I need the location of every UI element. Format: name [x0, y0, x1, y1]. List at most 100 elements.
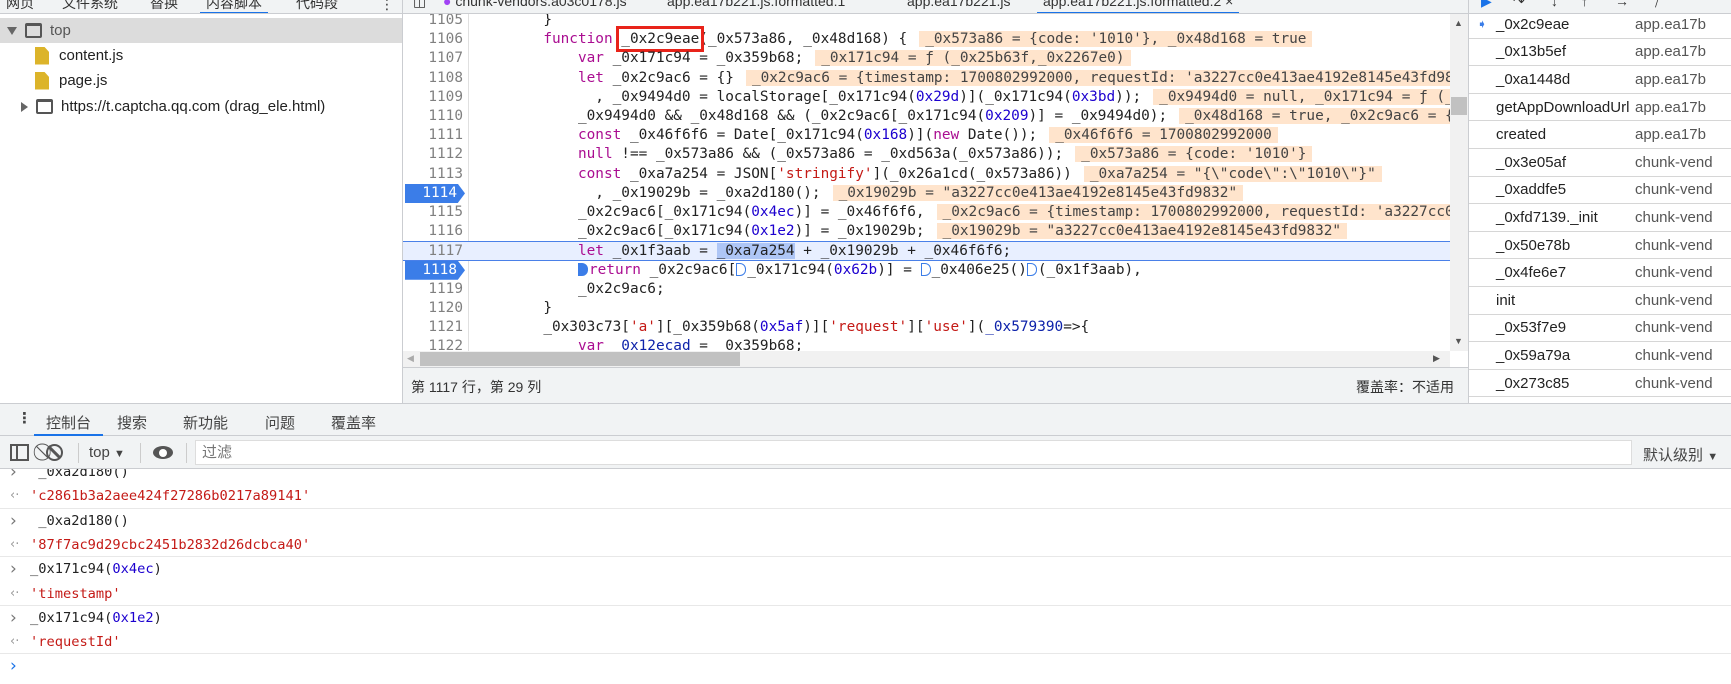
console-prompt[interactable]: ›	[0, 654, 1731, 678]
line-number[interactable]: 1109	[403, 88, 463, 107]
breakpoint-line-number[interactable]: 1118	[405, 260, 465, 280]
call-frame[interactable]: created app.ea17b	[1469, 121, 1731, 149]
editor-tab-active[interactable]: app.ea17b221.js:formatted:2 ×	[1036, 0, 1240, 13]
close-tab-icon[interactable]: ×	[1225, 0, 1233, 9]
code-line[interactable]: 1109 , _0x9494d0 = localStorage[_0x171c9…	[403, 88, 1450, 107]
console-output[interactable]: › _0xa2d180() ‹· 'c2861b3a2aee424f27286b02…	[0, 469, 1731, 684]
inline-breakpoint-marker-icon[interactable]	[920, 262, 931, 276]
step-over-icon[interactable]: ↷	[1513, 0, 1525, 10]
code-line[interactable]: 1114 , _0x19029b = _0xa2d180(); _0x19029b…	[403, 183, 1450, 203]
tab-whats-new[interactable]: 新功能	[183, 412, 228, 433]
code-line[interactable]: 1112 null !== _0x573a86 && (_0x573a86 = …	[403, 145, 1450, 164]
tab-snippets[interactable]: 代码段	[296, 0, 338, 13]
tab-overrides[interactable]: 替换	[150, 0, 178, 13]
line-number[interactable]: 1122	[403, 337, 463, 351]
code-line[interactable]: 1105 }	[403, 14, 1450, 30]
code-line[interactable]: 1121 _0x303c73['a'][_0x359b68(0x5af)]['r…	[403, 318, 1450, 337]
tab-page[interactable]: 网页	[6, 0, 34, 13]
call-frame[interactable]: getAppDownloadUrl app.ea17b	[1469, 94, 1731, 122]
code-line[interactable]: 1106 function _0x2c9eae(_0x573a86, _0x48…	[403, 26, 1450, 53]
call-frame[interactable]: init chunk-vend	[1469, 287, 1731, 315]
code-line[interactable]: 1122 var _0x12ecad = _0x359b68;	[403, 337, 1450, 351]
tab-filesystem[interactable]: 文件系统	[62, 0, 118, 13]
call-frame[interactable]: _0x4fe6e7 chunk-vend	[1469, 259, 1731, 287]
tree-item-top[interactable]: top	[0, 18, 402, 43]
call-frame[interactable]: _0x13b5ef app.ea17b	[1469, 39, 1731, 67]
code-line[interactable]: 1108 let _0x2c9ac6 = {} _0x2c9ac6 = {time…	[403, 69, 1450, 88]
code-line[interactable]: 1119 _0x2c9ac6;	[403, 280, 1450, 299]
toggle-navigator-icon[interactable]: ◫	[413, 0, 426, 10]
call-frame[interactable]: _0xfd7139._init chunk-vend	[1469, 204, 1731, 232]
more-tabs-icon[interactable]: ⋮	[380, 0, 394, 13]
clear-console-icon[interactable]	[46, 444, 63, 461]
line-number[interactable]: 1117	[403, 242, 463, 261]
line-number[interactable]: 1112	[403, 145, 463, 164]
line-number[interactable]: 1106	[403, 30, 463, 49]
call-frame[interactable]: _0x53f7e9 chunk-vend	[1469, 315, 1731, 343]
code-line[interactable]: 1113 const _0xa7a254 = JSON['stringify']…	[403, 165, 1450, 184]
call-frame[interactable]: _0x3e05af chunk-vend	[1469, 149, 1731, 177]
line-number[interactable]: 1115	[403, 203, 463, 222]
context-selector[interactable]: top ▼	[89, 444, 125, 461]
inline-breakpoint-marker-icon[interactable]	[736, 262, 747, 276]
line-number[interactable]: 1113	[403, 165, 463, 184]
line-number[interactable]: 1119	[403, 280, 463, 299]
code-line[interactable]: 1110 _0x9494d0 && _0x48d168 && (_0x2c9ac…	[403, 107, 1450, 126]
code-area[interactable]: 1105 } 1106 function _0x2c9eae(_0x573a86,…	[403, 14, 1450, 351]
line-number[interactable]: 1116	[403, 222, 463, 241]
line-number[interactable]: 1105	[403, 14, 463, 30]
expand-arrow-icon[interactable]	[21, 101, 28, 112]
log-level-selector[interactable]: 默认级别 ▼	[1643, 444, 1718, 465]
scroll-up-icon[interactable]: ▲	[1454, 18, 1463, 28]
editor-tab[interactable]: app.ea17b221.js	[907, 0, 1011, 9]
line-number[interactable]: 1108	[403, 69, 463, 88]
editor-tab[interactable]: app.ea17b221.js:formatted:1	[667, 0, 845, 9]
code-line[interactable]: 1115 _0x2c9ac6[_0x171c94(0x4ec)] = _0x46…	[403, 203, 1450, 222]
line-number[interactable]: 1107	[403, 49, 463, 68]
eye-icon[interactable]	[153, 446, 173, 459]
scroll-right-icon[interactable]: ▶	[1433, 353, 1440, 364]
call-frame[interactable]: ➧ _0x2c9eae app.ea17b	[1469, 11, 1731, 39]
vertical-scrollbar[interactable]: ▲ ▼	[1450, 14, 1468, 351]
horizontal-scrollbar[interactable]: ◀ ▶	[403, 351, 1450, 367]
inline-breakpoint-marker-icon[interactable]	[577, 262, 588, 276]
expand-arrow-icon[interactable]	[7, 26, 17, 35]
code-line[interactable]: 1120 }	[403, 299, 1450, 318]
tab-coverage[interactable]: 覆盖率	[331, 412, 376, 433]
tree-item-content-js[interactable]: content.js	[0, 43, 402, 68]
line-number[interactable]: 1111	[403, 126, 463, 145]
call-frame[interactable]: _0xa1448d app.ea17b	[1469, 66, 1731, 94]
call-frame[interactable]: _0x59a79a chunk-vend	[1469, 342, 1731, 370]
tab-content-scripts[interactable]: 内容脚本	[200, 0, 268, 13]
line-number[interactable]: 1121	[403, 318, 463, 337]
filter-input[interactable]	[195, 440, 1632, 465]
line-number[interactable]: 1120	[403, 299, 463, 318]
scrollbar-thumb[interactable]	[420, 352, 740, 366]
step-icon[interactable]: →	[1615, 0, 1629, 9]
tab-console[interactable]: 控制台	[33, 412, 104, 436]
inline-breakpoint-marker-icon[interactable]	[1026, 262, 1037, 276]
resume-icon[interactable]: ▶	[1481, 0, 1492, 10]
call-frame[interactable]: _0xaddfe5 chunk-vend	[1469, 177, 1731, 205]
deactivate-breakpoints-icon[interactable]: ⧸	[1655, 0, 1660, 10]
code-line[interactable]: 1111 const _0x46f6f6 = Date[_0x171c94(0x…	[403, 126, 1450, 145]
call-frame[interactable]: _0x273c85 chunk-vend	[1469, 370, 1731, 398]
step-out-icon[interactable]: ↑	[1581, 0, 1588, 9]
step-into-icon[interactable]: ↓	[1551, 0, 1558, 9]
scroll-down-icon[interactable]: ▼	[1454, 336, 1463, 346]
tree-item-captcha-frame[interactable]: https://t.captcha.qq.com (drag_ele.html)	[0, 94, 402, 119]
scrollbar-thumb[interactable]	[1451, 97, 1467, 115]
tab-issues[interactable]: 问题	[265, 412, 295, 433]
drawer-menu-icon[interactable]: ⋮	[17, 409, 32, 427]
tab-search[interactable]: 搜索	[117, 412, 147, 433]
scroll-left-icon[interactable]: ◀	[407, 353, 414, 364]
code-line[interactable]: 1116 _0x2c9ac6[_0x171c94(0x1e2)] = _0x19…	[403, 222, 1450, 241]
line-number[interactable]: 1110	[403, 107, 463, 126]
code-line[interactable]: 1107 var _0x171c94 = _0x359b68; _0x171c94…	[403, 49, 1450, 68]
editor-tab[interactable]: ● chunk-vendors.a03c0178.js	[443, 0, 627, 9]
tree-item-page-js[interactable]: page.js	[0, 68, 402, 93]
code-line[interactable]: 1118 return _0x2c9ac6[_0x171c94(0x62b)] …	[403, 260, 1450, 280]
breakpoint-line-number[interactable]: 1114	[405, 183, 465, 203]
call-frame[interactable]: _0x50e78b chunk-vend	[1469, 232, 1731, 260]
current-line[interactable]: 1117 let _0x1f3aab = _0xa7a254 + _0x1902…	[403, 241, 1450, 261]
